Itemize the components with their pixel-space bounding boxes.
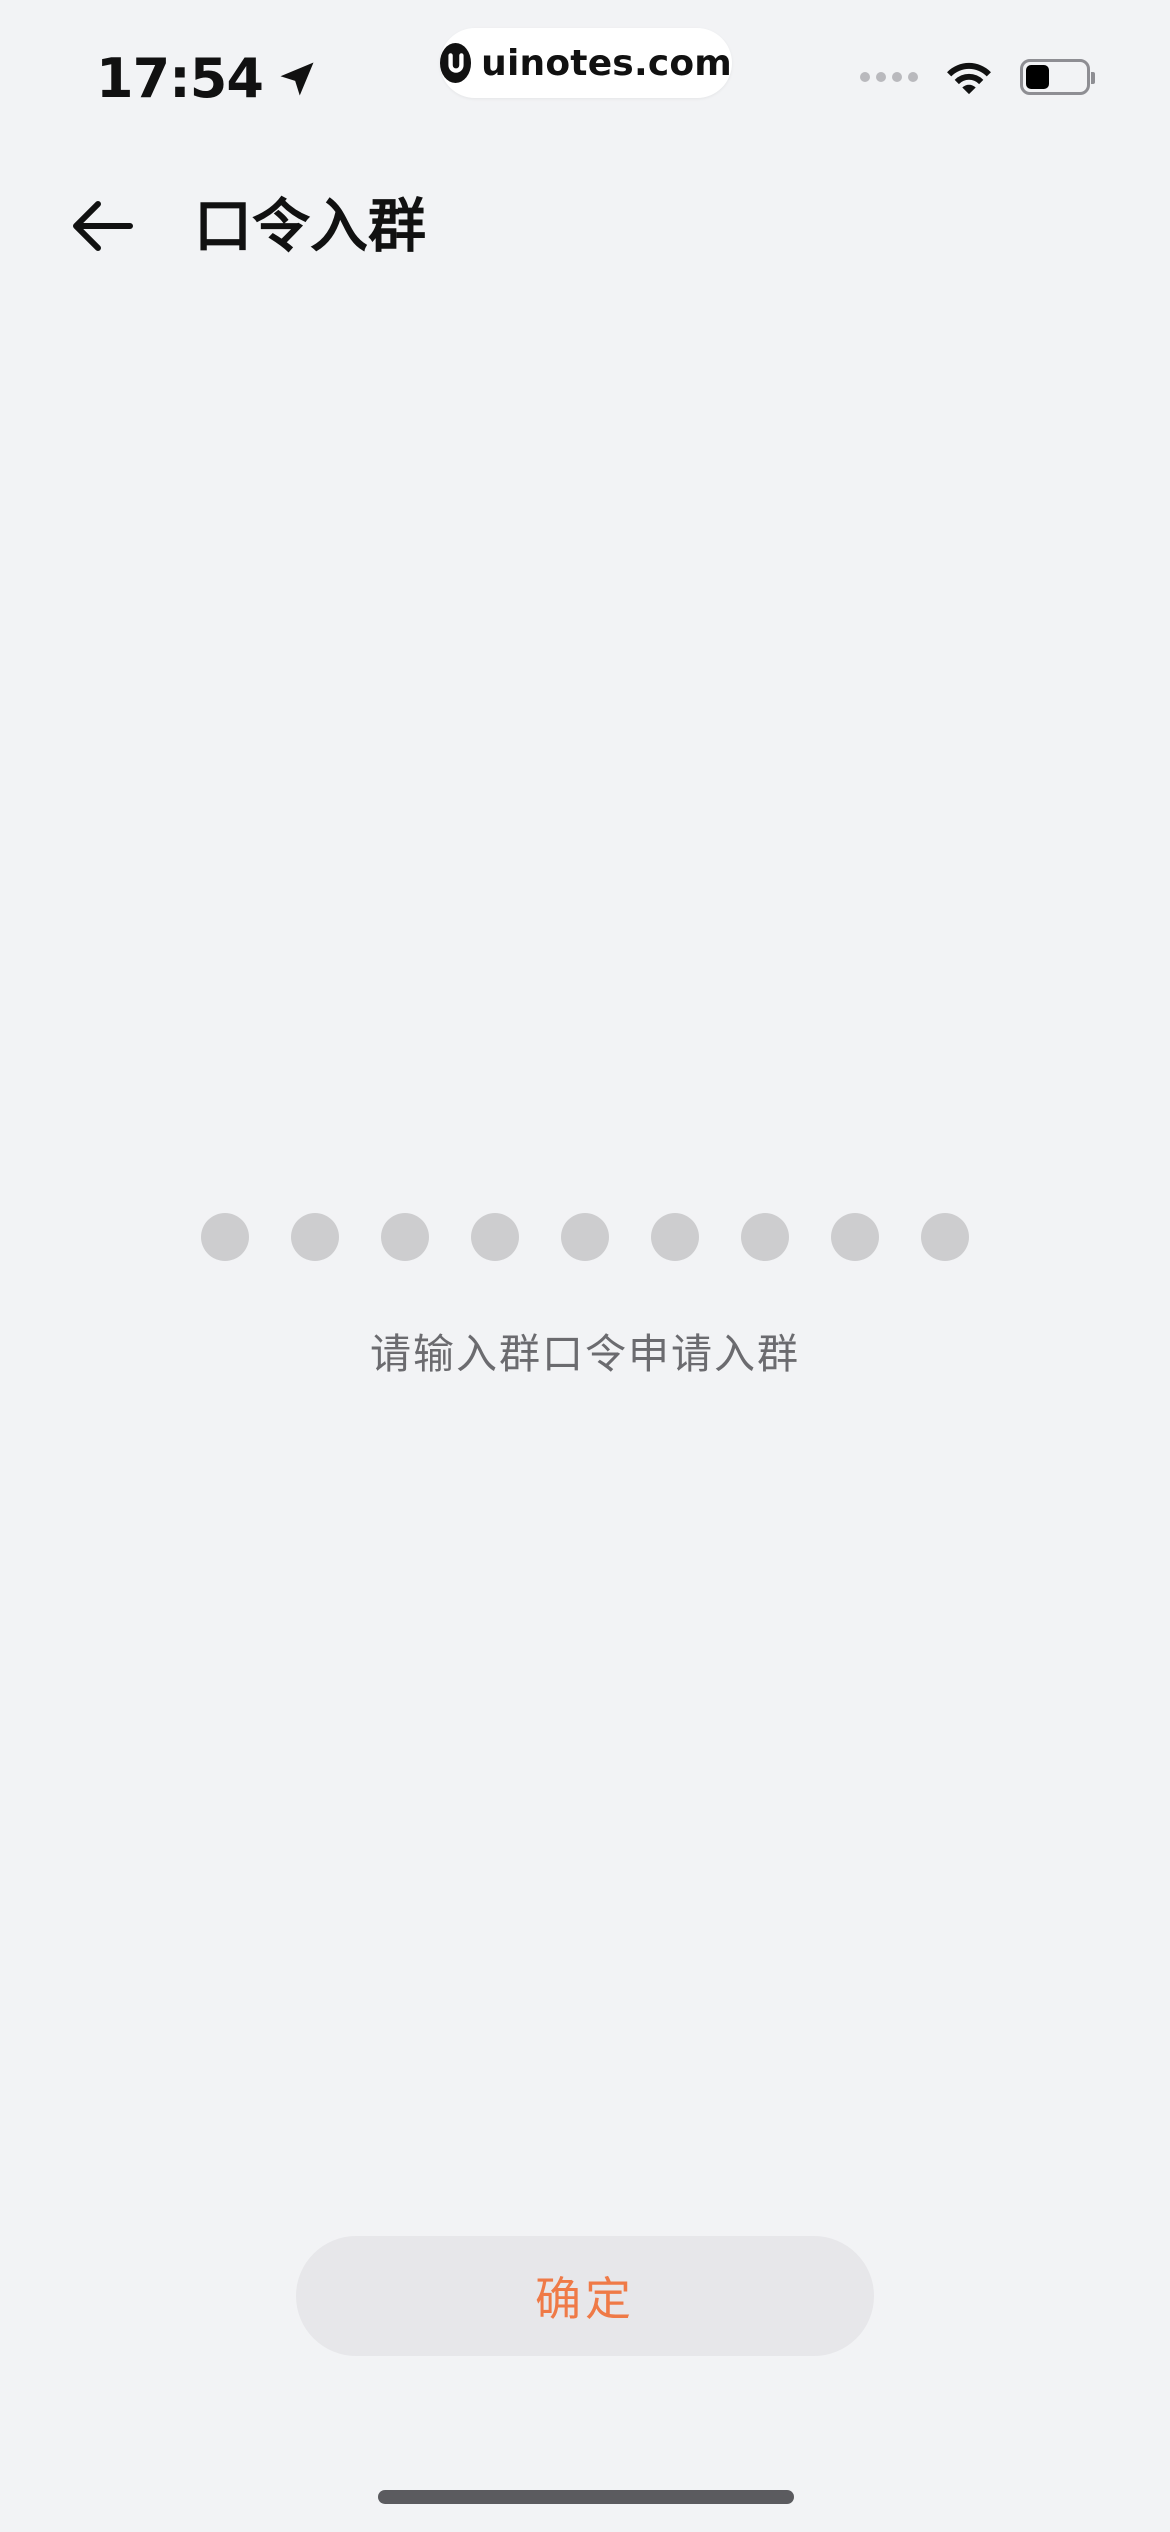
page-title: 口令入群 [194, 192, 427, 260]
cellular-signal-icon [860, 72, 918, 82]
battery-fill [1026, 65, 1050, 89]
code-dot [561, 1213, 609, 1261]
code-hint-text: 请输入群口令申请入群 [370, 1330, 800, 1378]
code-dot [291, 1213, 339, 1261]
location-arrow-icon [275, 57, 319, 101]
back-button[interactable] [58, 188, 148, 264]
home-indicator[interactable] [378, 2490, 794, 2504]
code-dot [651, 1213, 699, 1261]
arrow-left-icon [68, 196, 138, 256]
code-dot [921, 1213, 969, 1261]
confirm-button[interactable]: 确定 [296, 2236, 874, 2356]
watermark-badge: uinotes.com [440, 28, 732, 98]
code-dot [381, 1213, 429, 1261]
code-dot [201, 1213, 249, 1261]
wifi-icon [940, 56, 998, 98]
code-dot [831, 1213, 879, 1261]
code-dot [471, 1213, 519, 1261]
status-time: 17:54 [96, 44, 319, 114]
uinotes-logo-icon [440, 43, 472, 83]
watermark-text: uinotes.com [481, 42, 732, 84]
code-input[interactable] [201, 1213, 969, 1261]
time-label: 17:54 [96, 47, 264, 110]
battery-icon [1020, 59, 1095, 95]
status-indicators [860, 56, 1095, 98]
code-dot [741, 1213, 789, 1261]
